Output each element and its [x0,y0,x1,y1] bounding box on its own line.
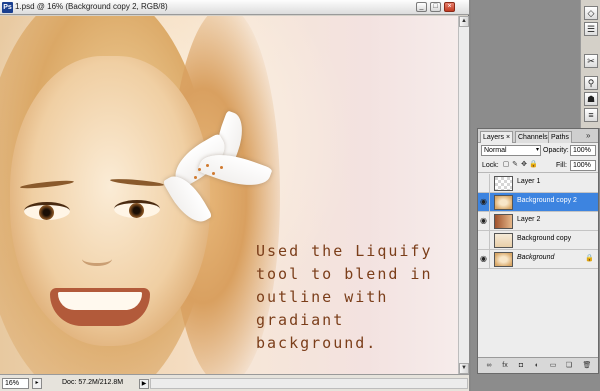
opacity-field[interactable]: 100% [570,145,596,156]
layer-name: Layer 2 [517,216,541,223]
document-title: 1.psd @ 16% (Background copy 2, RGB/8) [15,2,168,11]
fill-label: Fill: [556,162,567,169]
lock-pixels-icon[interactable]: ✎ [511,160,519,169]
fill-field[interactable]: 100% [570,160,596,171]
lock-label: Lock: [482,162,499,169]
panel-tabs: Layers × Channels Paths » [478,129,598,143]
photoshop-icon: Ps [2,2,13,13]
teeth [58,292,142,310]
panel-icon-info[interactable]: ☰ [584,22,598,36]
layer-thumbnail [494,214,513,229]
new-layer-icon[interactable]: ❏ [564,361,574,371]
layer-style-icon[interactable]: fx [500,361,510,371]
visibility-eye-icon[interactable]: ◉ [478,250,490,268]
new-group-icon[interactable]: ▭ [548,361,558,371]
left-eyebrow [19,179,75,190]
blend-row: Normal ▾ Opacity: 100% [478,143,598,158]
document-window: Ps 1.psd @ 16% (Background copy 2, RGB/8… [0,0,469,391]
layer-row[interactable]: ◉ Background copy 2 [478,193,598,212]
panel-icon-navigator[interactable]: ◇ [584,6,598,20]
horizontal-scrollbar[interactable] [150,378,468,389]
vertical-scrollbar[interactable]: ▲ ▼ [458,16,469,374]
nose [82,252,112,266]
chevron-down-icon: ▾ [535,147,539,153]
lock-all-icon[interactable]: 🔒 [529,160,538,169]
layer-lock-icon: 🔒 [585,255,594,262]
blend-mode-select[interactable]: Normal ▾ [481,145,541,156]
minimize-button[interactable]: _ [416,2,427,12]
close-button[interactable]: × [444,2,455,12]
zoom-button[interactable]: ▸ [32,378,42,389]
right-iris [129,203,144,218]
document-title-bar[interactable]: Ps 1.psd @ 16% (Background copy 2, RGB/8… [0,0,469,15]
layer-name: Background copy 2 [517,197,577,204]
canvas-caption: Used the Liquify tool to blend in outlin… [256,242,433,352]
status-bar: 16% ▸ Doc: 57.2M/212.8M ▶ [0,374,469,391]
tab-paths[interactable]: Paths [548,131,572,143]
layer-name: Background copy [517,235,572,242]
visibility-eye-icon[interactable]: ◉ [478,212,490,230]
petal-spot [198,168,201,171]
doc-size-readout: Doc: 57.2M/212.8M [62,379,124,386]
add-mask-icon[interactable]: ◘ [516,361,526,371]
tab-channels[interactable]: Channels [515,131,551,143]
panel-icon-brushes[interactable]: ⚲ [584,76,598,90]
layer-row[interactable]: Background copy [478,231,598,250]
mouth [50,288,150,326]
layer-row[interactable]: ◉ Background 🔒 [478,250,598,269]
layer-thumbnail [494,176,513,191]
visibility-eye-icon[interactable] [478,174,490,192]
lock-transparency-icon[interactable]: ▢ [502,160,510,169]
layer-name: Background [517,254,555,261]
petal-spot [220,166,223,169]
maximize-button[interactable]: □ [430,2,441,12]
scroll-down-button[interactable]: ▼ [459,363,469,374]
panel-icon-clone[interactable]: ☗ [584,92,598,106]
image-canvas[interactable]: Used the Liquify tool to blend in outlin… [0,16,458,374]
layer-thumbnail [494,195,513,210]
layer-thumbnail [494,252,513,267]
petal-spot [212,172,215,175]
layer-name: Layer 1 [517,178,541,185]
left-eye [24,202,70,220]
lock-row: Lock: ▢ ✎ ✥ 🔒 Fill: 100% [478,158,598,173]
blend-mode-value: Normal [484,147,507,154]
status-menu-arrow[interactable]: ▶ [139,379,149,389]
opacity-label: Opacity: [543,147,569,154]
layer-row[interactable]: Layer 1 [478,174,598,193]
panel-icon-tools[interactable]: ✂ [584,54,598,68]
lily-flower [150,106,280,246]
layer-row[interactable]: ◉ Layer 2 [478,212,598,231]
panel-menu-icon[interactable]: » [586,131,590,140]
visibility-eye-icon[interactable]: ◉ [478,193,490,211]
layers-panel: Layers × Channels Paths » Normal ▾ Opaci… [477,128,599,374]
lock-position-icon[interactable]: ✥ [520,160,528,169]
petal-spot [206,164,209,167]
link-layers-icon[interactable]: ∞ [484,361,494,371]
panel-icon-actions[interactable]: ≡ [584,108,598,122]
collapsed-panel-strip: ◇ ☰ ✂ ⚲ ☗ ≡ [580,0,600,128]
visibility-eye-icon[interactable] [478,231,490,249]
petal-spot [194,176,197,179]
scroll-up-button[interactable]: ▲ [459,16,469,27]
adjustment-layer-icon[interactable]: ◐ [532,361,542,371]
layer-thumbnail [494,233,513,248]
left-iris [39,205,54,220]
layers-panel-footer: ∞ fx ◘ ◐ ▭ ❏ 🗑 [478,357,598,373]
trash-icon[interactable]: 🗑 [582,361,592,371]
zoom-field[interactable]: 16% [2,378,29,389]
tab-layers[interactable]: Layers × [480,131,514,143]
